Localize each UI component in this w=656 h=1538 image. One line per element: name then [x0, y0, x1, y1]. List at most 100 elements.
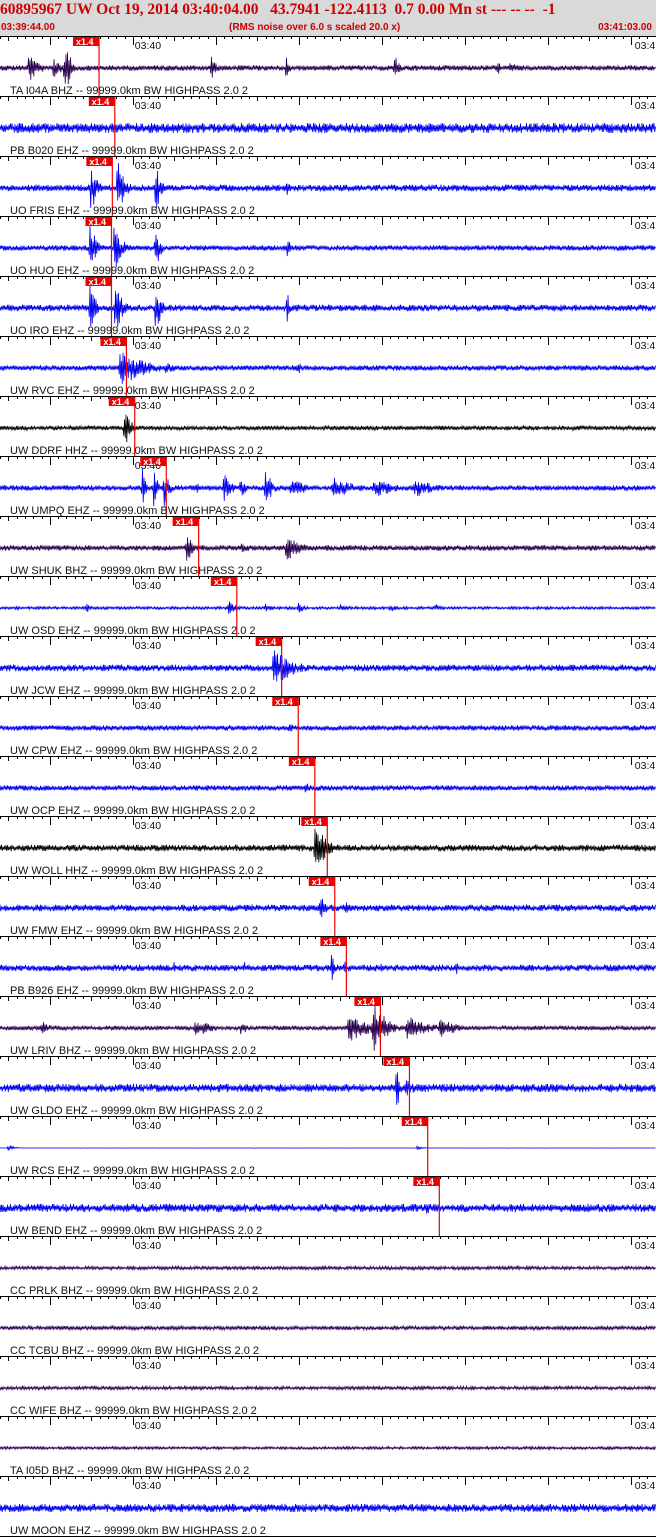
time-ticks — [0, 1416, 648, 1425]
waveform — [0, 414, 656, 443]
trace-16: 03:40 03:4 x1.4 UW LRIV BHZ -- 99999.0km BW… — [0, 996, 656, 1057]
tick-label-0340: 03:40 — [135, 220, 161, 232]
tick-label-0340: 03:40 — [135, 100, 161, 112]
tick-label-end: 03:4 — [635, 1240, 656, 1252]
tick-label-end: 03:4 — [635, 220, 656, 232]
trace-0: 03:40 03:4 x1.4 TA I04A BHZ -- 99999.0km BW… — [0, 36, 656, 97]
time-ticks — [0, 576, 648, 585]
tick-label-0340: 03:40 — [135, 940, 161, 952]
station-label: UW CPW EHZ -- 99999.0km BW HIGHPASS 2.0 … — [10, 745, 257, 757]
waveform — [0, 537, 656, 561]
waveform — [0, 1324, 656, 1332]
pick-scale-label: x1.4 — [292, 757, 310, 767]
station-label: UW LRIV BHZ -- 99999.0km BW HIGHPASS 2.0… — [10, 1045, 256, 1057]
trace-22: 03:40 03:4 CC WIFE BHZ -- 99999.0km BW HIG… — [0, 1356, 656, 1417]
pick-scale-label: x1.4 — [304, 817, 322, 827]
tick-label-end: 03:4 — [635, 1360, 656, 1372]
station-label: UO HUO EHZ -- 99999.0km BW HIGHPASS 2.0 … — [10, 265, 254, 277]
trace-1: 03:40 03:4 x1.4 PB B020 EHZ -- 99999.0km BW… — [0, 96, 656, 157]
trace-8: 03:40 03:4 x1.4 UW SHUK BHZ -- 99999.0km BW… — [0, 516, 656, 577]
tick-label-0340: 03:40 — [135, 760, 161, 772]
tick-label-0340: 03:40 — [135, 700, 161, 712]
tick-label-end: 03:4 — [635, 1060, 656, 1072]
tick-label-end: 03:4 — [635, 880, 656, 892]
waveform — [0, 783, 656, 793]
waveform — [0, 1264, 656, 1272]
trace-15: 03:40 03:4 x1.4 PB B926 EHZ -- 99999.0km BW… — [0, 936, 656, 997]
tick-label-0340: 03:40 — [135, 1240, 161, 1252]
time-ticks — [0, 336, 648, 345]
time-ticks — [0, 1296, 648, 1305]
pick-scale-label: x1.4 — [88, 277, 106, 287]
waveform — [0, 1503, 656, 1513]
time-ticks — [0, 1176, 648, 1185]
event-title: 60895967 UW Oct 19, 2014 03:40:04.00 43.… — [0, 1, 556, 18]
waveform — [0, 352, 656, 384]
station-label: UO IRO EHZ -- 99999.0km BW HIGHPASS 2.0 … — [10, 325, 249, 337]
tick-label-0340: 03:40 — [135, 1360, 161, 1372]
pick-scale-label: x1.4 — [386, 1057, 404, 1067]
seismogram-panel: 03:40 03:4x1.4TA I04A BHZ -- 99999.0km BW… — [0, 36, 656, 1537]
tick-label-end: 03:4 — [635, 340, 656, 352]
tick-label-0340: 03:40 — [135, 160, 161, 172]
end-time: 03:41:03.00 — [598, 22, 652, 33]
tick-label-end: 03:4 — [635, 460, 656, 472]
waveform — [0, 285, 656, 328]
tick-label-0340: 03:40 — [135, 640, 161, 652]
tick-label-end: 03:4 — [635, 280, 656, 292]
trace-3: 03:40 03:4 x1.4 UO HUO EHZ -- 99999.0km BW … — [0, 216, 656, 277]
trace-18: 03:40 03:4 x1.4 UW RCS EHZ -- 99999.0km BW … — [0, 1116, 656, 1177]
tick-label-0340: 03:40 — [135, 520, 161, 532]
time-ticks — [0, 1476, 648, 1485]
header-bar: 60895967 UW Oct 19, 2014 03:40:04.00 43.… — [0, 0, 656, 36]
tick-label-end: 03:4 — [635, 400, 656, 412]
station-label: UW OCP EHZ -- 99999.0km BW HIGHPASS 2.0 … — [10, 805, 255, 817]
start-time: 03:39:44.00 — [1, 22, 55, 33]
time-ticks — [0, 396, 648, 405]
pick-scale-label: x1.4 — [89, 157, 107, 167]
time-ticks — [0, 996, 648, 1005]
station-label: TA I04A BHZ -- 99999.0km BW HIGHPASS 2.0… — [10, 85, 248, 97]
pick-scale-label: x1.4 — [357, 997, 375, 1007]
trace-13: 03:40 03:4 x1.4 UW WOLL HHZ -- 99999.0km BW… — [0, 816, 656, 877]
station-label: UW FMW EHZ -- 99999.0km BW HIGHPASS 2.0 … — [10, 925, 258, 937]
trace-12: 03:40 03:4 x1.4 UW OCP EHZ -- 99999.0km BW … — [0, 756, 656, 817]
waveform — [0, 52, 656, 85]
trace-11: 03:40 03:4 x1.4 UW CPW EHZ -- 99999.0km BW … — [0, 696, 656, 757]
waveform — [0, 1203, 656, 1214]
time-ticks — [0, 1116, 648, 1125]
tick-label-0340: 03:40 — [135, 1060, 161, 1072]
tick-label-0340: 03:40 — [135, 880, 161, 892]
pick-scale-label: x1.4 — [92, 97, 110, 107]
tick-label-end: 03:4 — [635, 1180, 656, 1192]
tick-label-0340: 03:40 — [135, 340, 161, 352]
pick-scale-label: x1.4 — [312, 877, 330, 887]
tick-label-end: 03:4 — [635, 520, 656, 532]
station-label: UW OSD EHZ -- 99999.0km BW HIGHPASS 2.0 … — [10, 625, 256, 637]
trace-2: 03:40 03:4 x1.4 UO FRIS EHZ -- 99999.0km BW… — [0, 156, 656, 217]
time-range-bar: 03:39:44.00 (RMS noise over 6.0 s scaled… — [0, 22, 656, 35]
waveform — [0, 898, 656, 918]
station-label: UW RVC EHZ -- 99999.0km BW HIGHPASS 2.0 … — [10, 385, 255, 397]
station-label: UW WOLL HHZ -- 99999.0km BW HIGHPASS 2.0… — [10, 865, 263, 877]
trace-10: 03:40 03:4 x1.4 UW JCW EHZ -- 99999.0km BW … — [0, 636, 656, 697]
trace-23: 03:40 03:4 TA I05D BHZ -- 99999.0km BW HIG… — [0, 1416, 656, 1477]
trace-5: 03:40 03:4 x1.4 UW RVC EHZ -- 99999.0km BW … — [0, 336, 656, 397]
trace-24: 03:40 03:4 UW MOON EHZ -- 99999.0km BW HIG… — [0, 1476, 656, 1537]
tick-label-0340: 03:40 — [135, 1420, 161, 1432]
waveform — [0, 1072, 656, 1105]
time-ticks — [0, 456, 648, 465]
time-ticks — [0, 636, 648, 645]
tick-label-end: 03:4 — [635, 820, 656, 832]
tick-label-0340: 03:40 — [135, 280, 161, 292]
time-ticks — [0, 516, 648, 525]
trace-21: 03:40 03:4 CC TCBU BHZ -- 99999.0km BW HIG… — [0, 1296, 656, 1357]
pick-scale-label: x1.4 — [103, 337, 121, 347]
waveform — [0, 1384, 656, 1392]
waveform — [0, 468, 656, 507]
station-label: CC TCBU BHZ -- 99999.0km BW HIGHPASS 2.0… — [10, 1345, 259, 1357]
station-label: UW SHUK BHZ -- 99999.0km BW HIGHPASS 2.0… — [10, 565, 262, 577]
tick-label-end: 03:4 — [635, 100, 656, 112]
time-ticks — [0, 696, 648, 705]
station-label: CC PRLK BHZ -- 99999.0km BW HIGHPASS 2.0… — [10, 1285, 258, 1297]
